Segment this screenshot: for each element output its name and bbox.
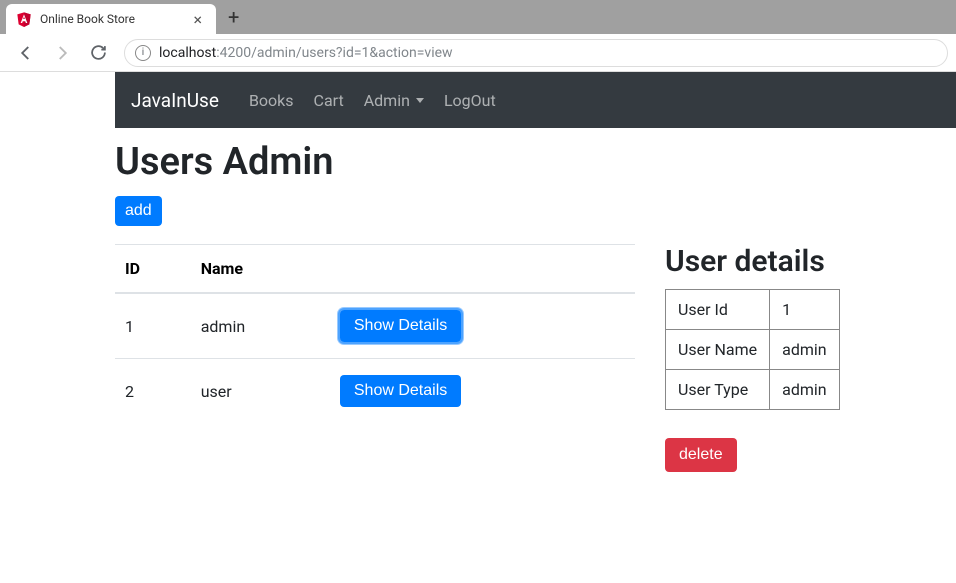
details-label: User Id	[666, 290, 770, 330]
browser-chrome: Online Book Store × + i localhost:4200/a…	[0, 0, 956, 72]
cell-id: 2	[115, 359, 191, 424]
header-actions	[330, 245, 635, 294]
close-icon[interactable]: ×	[189, 10, 206, 29]
cell-actions: Show Details	[330, 359, 635, 424]
nav-books[interactable]: Books	[239, 91, 304, 110]
details-table: User Id 1 User Name admin User Type admi…	[665, 289, 840, 410]
cell-name: user	[191, 359, 330, 424]
nav-admin[interactable]: Admin	[354, 91, 434, 110]
address-bar: i localhost:4200/admin/users?id=1&action…	[0, 34, 956, 72]
back-button[interactable]	[14, 41, 38, 65]
tab-title: Online Book Store	[40, 12, 189, 26]
url-path: :4200/admin/users?id=1&action=view	[216, 45, 452, 61]
details-row: User Id 1	[666, 290, 840, 330]
user-details-panel: User details User Id 1 User Name admin U…	[665, 244, 840, 472]
cell-actions: Show Details	[330, 293, 635, 359]
users-table: ID Name 1 admin Show Details	[115, 244, 635, 423]
tab-bar: Online Book Store × +	[0, 0, 956, 34]
navbar: JavaInUse Books Cart Admin LogOut	[115, 72, 956, 128]
chevron-down-icon	[416, 98, 424, 103]
reload-button[interactable]	[86, 41, 110, 65]
table-header-row: ID Name	[115, 245, 635, 294]
nav-cart[interactable]: Cart	[304, 91, 354, 110]
details-value: admin	[770, 370, 839, 410]
url-field[interactable]: i localhost:4200/admin/users?id=1&action…	[124, 39, 948, 67]
new-tab-button[interactable]: +	[216, 5, 251, 29]
cell-id: 1	[115, 293, 191, 359]
browser-tab[interactable]: Online Book Store ×	[6, 4, 216, 34]
add-button[interactable]: add	[115, 196, 162, 226]
cell-name: admin	[191, 293, 330, 359]
header-id: ID	[115, 245, 191, 294]
header-name: Name	[191, 245, 330, 294]
columns: ID Name 1 admin Show Details	[115, 244, 956, 472]
users-list: ID Name 1 admin Show Details	[115, 244, 635, 423]
angular-icon	[16, 11, 32, 27]
details-label: User Name	[666, 330, 770, 370]
show-details-button[interactable]: Show Details	[340, 310, 461, 342]
nav-logout[interactable]: LogOut	[434, 91, 506, 110]
forward-button[interactable]	[50, 41, 74, 65]
details-row: User Name admin	[666, 330, 840, 370]
details-row: User Type admin	[666, 370, 840, 410]
delete-button[interactable]: delete	[665, 438, 737, 472]
details-value: 1	[770, 290, 839, 330]
brand[interactable]: JavaInUse	[131, 89, 219, 112]
content: Users Admin add ID Name 1 admin	[115, 128, 956, 472]
nav-admin-label: Admin	[364, 91, 410, 110]
site-info-icon[interactable]: i	[135, 45, 151, 61]
details-label: User Type	[666, 370, 770, 410]
url-host: localhost	[159, 45, 216, 61]
table-row: 1 admin Show Details	[115, 293, 635, 359]
table-row: 2 user Show Details	[115, 359, 635, 424]
details-title: User details	[665, 244, 840, 279]
page-title: Users Admin	[115, 140, 956, 184]
page: JavaInUse Books Cart Admin LogOut Users …	[0, 72, 956, 472]
show-details-button[interactable]: Show Details	[340, 375, 461, 407]
details-value: admin	[770, 330, 839, 370]
